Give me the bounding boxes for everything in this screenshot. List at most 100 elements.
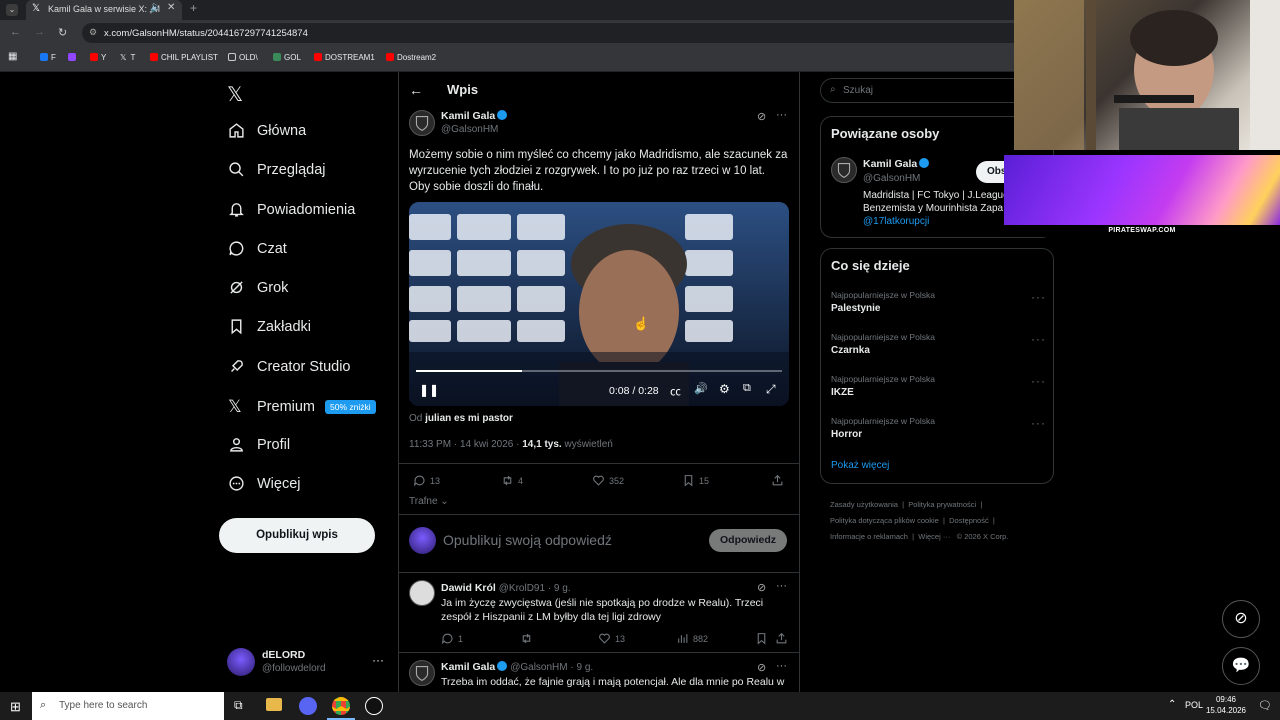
bookmark-f[interactable]: F [40,53,56,62]
nav-bookmarks[interactable]: Zakładki [228,318,311,335]
attribution-link[interactable]: julian es mi pastor [425,413,513,424]
fullscreen-icon[interactable]: ⤢ [766,382,776,397]
bookmark-twitch[interactable] [68,53,79,62]
reply-bookmark-button[interactable] [755,632,772,645]
nav-premium[interactable]: 𝕏 Premium 50% zniżki [228,397,376,417]
bookmark-dostream2[interactable]: Dostream2 [386,53,436,62]
trend-more-icon[interactable]: ··· [1031,290,1046,304]
grok-fab[interactable]: ⊘ [1222,600,1260,638]
post-more-icon[interactable]: ··· [776,109,787,121]
taskbar-search[interactable]: ⌕ Type here to search [32,692,224,720]
trend-item[interactable]: Horror [831,429,862,440]
footer-link[interactable]: Informacje o reklamach [830,532,908,541]
notifications-icon[interactable]: 🗨 [1258,699,1272,712]
bookmark-t[interactable]: 𝕏T [120,53,135,62]
apps-icon[interactable]: ▦ [8,51,17,62]
reply-more-icon[interactable]: ··· [776,580,787,592]
show-more-link[interactable]: Pokaż więcej [831,460,889,471]
footer-more-link[interactable]: Więcej ··· [918,532,950,541]
bookmark-chil-playlist[interactable]: CHIL PLAYLIST [150,53,218,62]
footer-link[interactable]: Zasady użytkowania [830,500,898,509]
trend-item[interactable]: Czarnka [831,345,870,356]
chrome-icon[interactable] [332,697,350,715]
nav-more[interactable]: Więcej [228,475,301,492]
nav-explore[interactable]: Przeglądaj [228,161,326,178]
reply-input[interactable]: Opublikuj swoją odpowiedź [443,532,612,548]
nav-home[interactable]: Główna [228,122,306,139]
tray-chevron-icon[interactable]: ⌃ [1168,699,1176,710]
trend-item[interactable]: IKZE [831,387,854,398]
reply-author-avatar[interactable] [409,660,435,686]
trend-more-icon[interactable]: ··· [1031,332,1046,346]
nav-chat[interactable]: Czat [228,240,287,257]
chat-fab[interactable]: 💬 [1222,647,1260,685]
language-indicator[interactable]: POL [1185,700,1203,710]
grok-explain-icon[interactable]: ⊘ [757,110,766,123]
reply-button[interactable]: 13 [413,474,440,487]
account-menu-icon[interactable]: ··· [372,653,384,667]
user-avatar[interactable] [227,648,255,676]
reload-icon[interactable]: ↻ [58,26,67,39]
nav-grok[interactable]: Grok [228,279,288,296]
nav-creator-studio[interactable]: Creator Studio [228,358,351,375]
author-name[interactable]: Kamil Gala [441,110,508,122]
related-handle[interactable]: @GalsonHM [863,173,920,184]
file-explorer-icon[interactable] [266,698,282,711]
trend-more-icon[interactable]: ··· [1031,416,1046,430]
like-button[interactable]: 352 [592,474,624,487]
nav-profile[interactable]: Profil [228,436,290,453]
post-video[interactable]: ❚❚ 0:08 / 0:28 ㏄ 🔊 ⚙ ⧉ ⤢ [409,202,789,406]
grok-explain-icon[interactable]: ⊘ [757,661,766,674]
post-timestamp[interactable]: 11:33 PM · 14 kwi 2026 · [409,439,519,450]
footer-link[interactable]: Polityka dotycząca plików cookie [830,516,939,525]
trend-more-icon[interactable]: ··· [1031,374,1046,388]
bookmark-old[interactable]: OLD\ [228,53,258,62]
reply-views[interactable]: 882 [676,632,708,645]
task-view-icon[interactable]: ⧉ [234,698,243,713]
sort-dropdown[interactable]: Trafne ⌄ [409,496,449,507]
reply-like-button[interactable]: 13 [598,632,625,645]
tab-list-button[interactable]: ⌄ [6,4,18,16]
windows-start-icon[interactable]: ⊞ [10,699,21,715]
pause-icon[interactable]: ❚❚ [419,383,439,397]
grok-explain-icon[interactable]: ⊘ [757,581,766,594]
tab-close-icon[interactable]: ✕ [167,2,175,13]
reply-author[interactable]: Dawid Król @KrolD91 · 9 g. [441,582,571,594]
back-icon[interactable]: ← [10,26,21,38]
reply-more-icon[interactable]: ··· [776,660,787,672]
clock[interactable]: 09:46 15.04.2026 [1202,694,1250,716]
related-avatar[interactable] [831,157,857,183]
volume-icon[interactable]: 🔊 [694,382,708,395]
reply-reply-button[interactable]: 1 [441,632,463,645]
trend-item[interactable]: Palestynie [831,303,880,314]
post-button[interactable]: Opublikuj wpis [219,518,375,553]
bookmark-gol[interactable]: GOL [273,53,301,62]
nav-notifications[interactable]: Powiadomienia [228,201,355,218]
video-progress-track[interactable] [416,370,782,372]
reply-repost-button[interactable] [520,632,537,645]
share-button[interactable] [771,474,788,487]
obs-icon[interactable] [365,697,383,715]
reply-author[interactable]: Kamil Gala @GalsonHM · 9 g. [441,661,593,673]
settings-icon[interactable]: ⚙ [719,382,730,396]
author-avatar[interactable] [409,110,435,136]
forward-icon[interactable]: → [34,26,45,38]
reply-author-avatar[interactable] [409,580,435,606]
new-tab-button[interactable]: + [190,1,197,15]
bookmark-y[interactable]: Y [90,53,106,62]
tab-audio-icon[interactable]: 🔈 [150,2,162,13]
captions-icon[interactable]: ㏄ [670,383,681,399]
footer-link[interactable]: Dostępność [949,516,989,525]
url-bar[interactable]: ⚙ x.com/GalsonHM/status/2044167297741254… [82,23,1022,43]
bookmark-button[interactable]: 15 [682,474,709,487]
author-handle[interactable]: @GalsonHM [441,124,498,135]
discord-icon[interactable] [299,697,317,715]
pip-icon[interactable]: ⧉ [743,382,751,395]
footer-link[interactable]: Polityka prywatności [908,500,976,509]
repost-button[interactable]: 4 [501,474,523,487]
bookmark-dostream1[interactable]: DOSTREAM1 [314,53,375,62]
related-name[interactable]: Kamil Gala [863,158,930,170]
reply-share-button[interactable] [775,632,792,645]
x-logo-icon[interactable]: 𝕏 [227,82,243,107]
site-info-icon[interactable]: ⚙ [89,27,97,38]
